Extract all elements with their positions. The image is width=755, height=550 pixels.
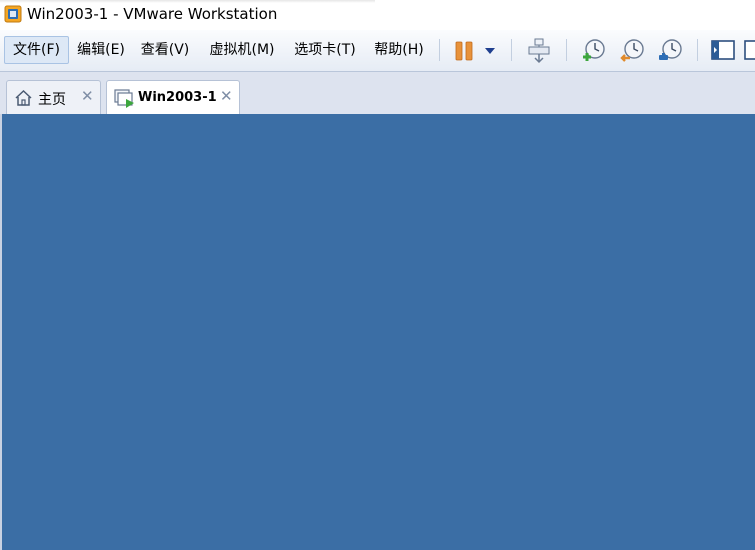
menu-help[interactable]: 帮助(H) — [369, 36, 429, 64]
tab-home-label: 主页 — [38, 92, 66, 108]
pause-icon[interactable] — [454, 41, 474, 61]
vmware-icon — [4, 5, 22, 23]
snapshot-revert-icon[interactable] — [619, 38, 645, 64]
menu-file[interactable]: 文件(F) — [4, 36, 69, 64]
toolbar-separator — [566, 39, 567, 61]
menu-vm[interactable]: 虚拟机(M) — [203, 36, 281, 64]
tab-strip: 主页 ✕ Win2003-1 ✕ — [0, 72, 755, 114]
window-title: Win2003-1 - VMware Workstation — [27, 5, 278, 23]
vm-running-icon — [114, 89, 134, 108]
title-shadow — [0, 0, 375, 3]
menu-tabs[interactable]: 选项卡(T) — [289, 36, 361, 64]
home-icon — [15, 89, 32, 106]
toolbar-separator — [439, 39, 440, 61]
tab-win2003-1[interactable]: Win2003-1 ✕ — [106, 80, 240, 114]
menu-edit[interactable]: 编辑(E) — [73, 36, 129, 64]
dropdown-arrow-icon[interactable] — [484, 47, 496, 55]
snapshot-manager-icon[interactable] — [657, 38, 683, 64]
fullscreen-icon[interactable] — [744, 39, 755, 61]
vm-console-screen[interactable] — [2, 114, 755, 550]
send-ctrl-alt-del-icon[interactable] — [527, 38, 551, 64]
title-bar: Win2003-1 - VMware Workstation — [0, 0, 755, 30]
toolbar-separator — [697, 39, 698, 61]
toolbar-separator — [511, 39, 512, 61]
console-view-icon[interactable] — [711, 39, 735, 61]
close-icon[interactable]: ✕ — [81, 88, 94, 104]
menu-view[interactable]: 查看(V) — [137, 36, 193, 64]
menu-bar: 文件(F) 编辑(E) 查看(V) 虚拟机(M) 选项卡(T) 帮助(H) — [0, 30, 755, 72]
tab-vm-label: Win2003-1 — [138, 90, 217, 105]
close-icon[interactable]: ✕ — [220, 88, 233, 104]
snapshot-take-icon[interactable] — [580, 38, 606, 64]
tab-home[interactable]: 主页 ✕ — [6, 80, 101, 114]
